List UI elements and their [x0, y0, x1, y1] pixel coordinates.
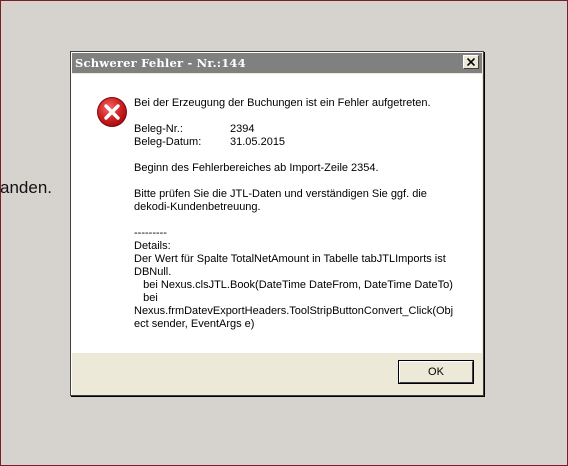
beleg-datum-label: Beleg-Datum:	[134, 136, 202, 148]
beleg-datum-value: 31.05.2015	[230, 136, 286, 148]
details-line: DBNull.	[134, 266, 172, 278]
error-message: Bei der Erzeugung der Buchungen ist ein …	[134, 97, 431, 109]
close-icon	[467, 58, 475, 66]
close-button[interactable]	[463, 55, 479, 69]
beleg-nr-value: 2394	[230, 123, 255, 135]
beleg-nr-label: Beleg-Nr.:	[134, 123, 183, 135]
separator-text: ---------	[134, 227, 167, 239]
details-label: Details:	[134, 240, 171, 252]
details-line: Der Wert für Spalte TotalNetAmount in Ta…	[134, 253, 446, 265]
dialog-content: Bei der Erzeugung der Buchungen ist ein …	[72, 74, 482, 353]
details-line: ect sender, EventArgs e)	[134, 318, 255, 330]
error-dialog: Schwerer Fehler - Nr.:144 Bei der Erzeug…	[70, 51, 484, 396]
dialog-titlebar[interactable]: Schwerer Fehler - Nr.:144	[72, 53, 482, 73]
details-line: bei Nexus.clsJTL.Book(DateTime DateFrom,…	[134, 279, 453, 291]
error-range-text: Beginn des Fehlerbereiches ab Import-Zei…	[134, 162, 379, 174]
ok-button[interactable]: OK	[399, 361, 473, 383]
details-line: Nexus.frmDatevExportHeaders.ToolStripBut…	[134, 305, 454, 317]
dialog-title: Schwerer Fehler - Nr.:144	[75, 56, 246, 70]
details-line: bei	[134, 292, 158, 304]
advice-text-2: dekodi-Kundenbetreuung.	[134, 201, 261, 213]
error-icon	[97, 97, 127, 127]
background-app-text: anden.	[0, 178, 52, 197]
advice-text-1: Bitte prüfen Sie die JTL-Daten und verst…	[134, 188, 427, 200]
